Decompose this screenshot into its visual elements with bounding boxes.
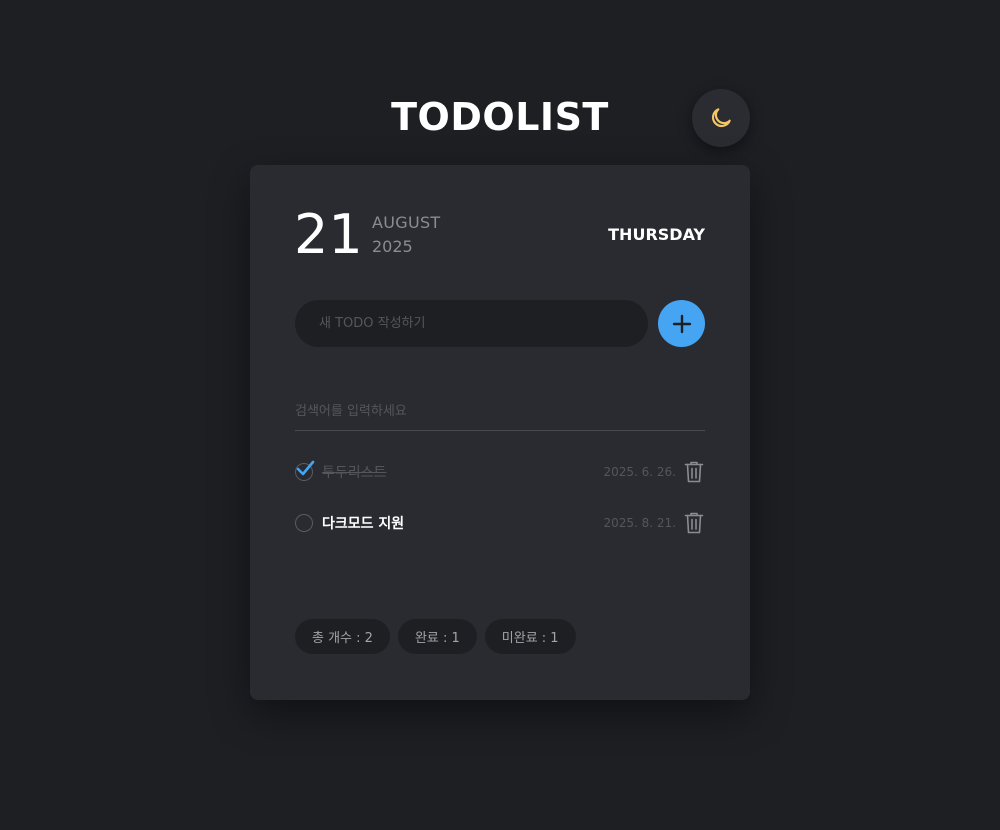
theme-toggle-button[interactable] (692, 89, 750, 147)
date-weekday: THURSDAY (608, 225, 705, 244)
todo-date: 2025. 6. 26. (603, 465, 676, 479)
delete-todo-button[interactable] (683, 460, 705, 484)
plus-icon (672, 314, 691, 333)
todo-date: 2025. 8. 21. (603, 516, 676, 530)
date-day: 21 (294, 203, 363, 266)
stats-bar: 총 개수 : 2 완료 : 1 미완료 : 1 (295, 619, 576, 654)
stat-undone: 미완료 : 1 (484, 619, 576, 654)
stat-done: 완료 : 1 (397, 619, 477, 654)
page-title: TODOLIST (391, 95, 609, 139)
check-icon (296, 460, 315, 476)
todo-checkbox[interactable] (295, 514, 313, 532)
todo-text: 다크모드 지원 (322, 516, 405, 532)
trash-icon (684, 512, 704, 534)
todo-card: 21 AUGUST 2025 THURSDAY 투두리스트 2025. 6. 2… (250, 165, 750, 700)
todo-text: 투두리스트 (322, 465, 387, 481)
delete-todo-button[interactable] (683, 511, 705, 535)
date-year: 2025 (372, 237, 413, 256)
todo-checkbox[interactable] (295, 460, 315, 481)
date-month: AUGUST (372, 213, 441, 232)
todo-item: 다크모드 지원 2025. 8. 21. (295, 508, 705, 538)
search-input[interactable] (295, 393, 705, 431)
trash-icon (684, 461, 704, 483)
todo-item: 투두리스트 2025. 6. 26. (295, 457, 705, 487)
stat-total: 총 개수 : 2 (295, 619, 390, 654)
add-todo-button[interactable] (658, 300, 705, 347)
new-todo-input[interactable] (295, 300, 648, 347)
moon-icon (711, 108, 731, 128)
